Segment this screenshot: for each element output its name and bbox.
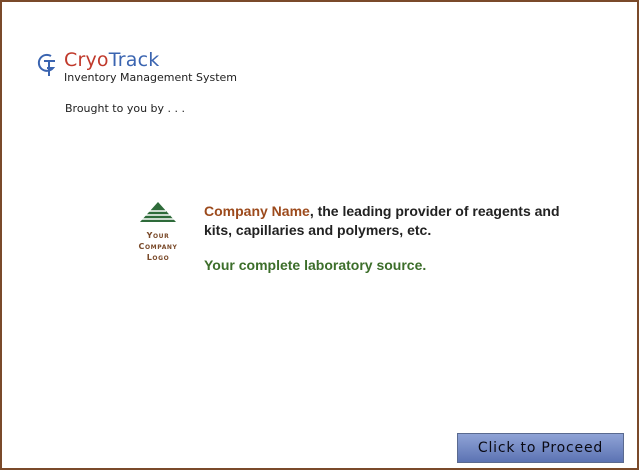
- app-title-part2: Track: [108, 49, 160, 71]
- brand-header: CryoTrack Inventory Management System: [36, 50, 237, 84]
- company-logo-icon: [140, 202, 176, 222]
- brought-to-you-text: Brought to you by . . .: [65, 102, 186, 115]
- app-title-part1: Cryo: [64, 49, 109, 71]
- logo-line-1: Your: [146, 231, 170, 240]
- company-description: Company Name, the leading provider of re…: [204, 202, 564, 240]
- app-title: CryoTrack: [64, 50, 237, 70]
- company-name: Company Name: [204, 203, 310, 219]
- logo-line-2: Company: [138, 242, 178, 251]
- app-subtitle: Inventory Management System: [64, 71, 238, 84]
- proceed-button[interactable]: Click to Proceed: [457, 433, 624, 463]
- company-tagline: Your complete laboratory source.: [204, 257, 427, 273]
- splash-window: CryoTrack Inventory Management System Br…: [0, 0, 639, 470]
- brand-text: CryoTrack Inventory Management System: [64, 50, 237, 84]
- logo-line-3: Logo: [146, 253, 170, 262]
- company-logo: Your Company Logo: [120, 200, 196, 263]
- cryotrack-logo-icon: [37, 53, 56, 76]
